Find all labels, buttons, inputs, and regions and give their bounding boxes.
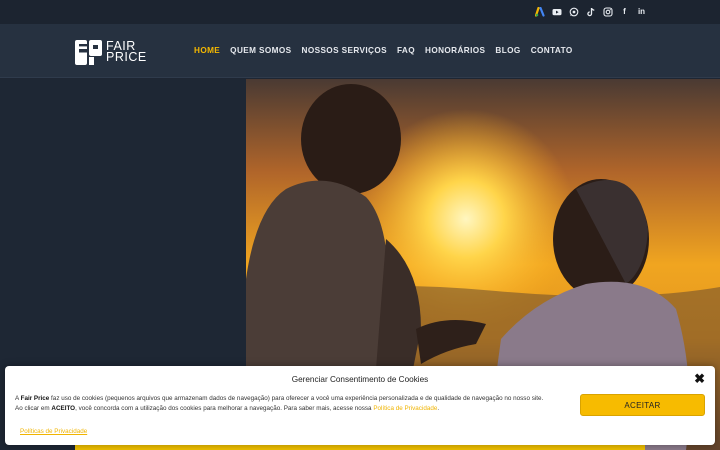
cookie-brand: Fair Price: [20, 395, 50, 402]
nav-honorarios[interactable]: HONORÁRIOS: [425, 46, 485, 55]
top-bar: f in: [0, 0, 720, 24]
logo-mark-icon: [75, 39, 102, 65]
cookie-text-e: .: [437, 405, 440, 412]
cookie-accept-word: ACEITO: [51, 405, 76, 412]
nav-quem-somos[interactable]: QUEM SOMOS: [230, 46, 291, 55]
cookie-title: Gerenciar Consentimento de Cookies: [291, 375, 429, 384]
brand-line2: PRICE: [106, 50, 147, 64]
brand-logo[interactable]: FAIR PRICE: [75, 39, 147, 65]
cookie-text-b: faz uso de cookies (pequenos arquivos qu…: [49, 395, 544, 402]
youtube-icon[interactable]: [551, 6, 562, 17]
cookie-text-d: , você concorda com a utilização dos coo…: [75, 405, 374, 412]
accept-button[interactable]: ACEITAR: [580, 394, 705, 416]
brand-name: FAIR PRICE: [106, 40, 147, 64]
instagram-icon[interactable]: [602, 6, 613, 17]
nav-blog[interactable]: BLOG: [495, 46, 520, 55]
close-icon[interactable]: ✖: [694, 372, 705, 385]
facebook-icon[interactable]: f: [619, 6, 630, 17]
nav-nossos-servicos[interactable]: NOSSOS SERVIÇOS: [302, 46, 387, 55]
yellow-strip: [75, 445, 645, 450]
cookie-text-c: Ao clicar em: [15, 405, 52, 412]
nav-contato[interactable]: CONTATO: [531, 46, 573, 55]
privacy-policies-link[interactable]: Políticas de Privacidade: [20, 428, 87, 435]
cookie-message: A Fair Price faz uso de cookies (pequeno…: [15, 394, 555, 414]
main-navbar: FAIR PRICE HOME QUEM SOMOS NOSSOS SERVIÇ…: [0, 24, 720, 78]
nav-faq[interactable]: FAQ: [397, 46, 415, 55]
linkedin-icon[interactable]: in: [636, 6, 647, 17]
social-links: f in: [534, 6, 647, 17]
cookie-consent-banner: Gerenciar Consentimento de Cookies ✖ A F…: [5, 366, 715, 445]
primary-nav: HOME QUEM SOMOS NOSSOS SERVIÇOS FAQ HONO…: [194, 46, 573, 55]
tiktok-icon[interactable]: [585, 6, 596, 17]
privacy-policy-link[interactable]: Política de Privacidade: [373, 405, 437, 412]
whatsapp-icon[interactable]: [568, 6, 579, 17]
nav-home[interactable]: HOME: [194, 46, 220, 55]
google-ads-icon[interactable]: [534, 6, 545, 17]
